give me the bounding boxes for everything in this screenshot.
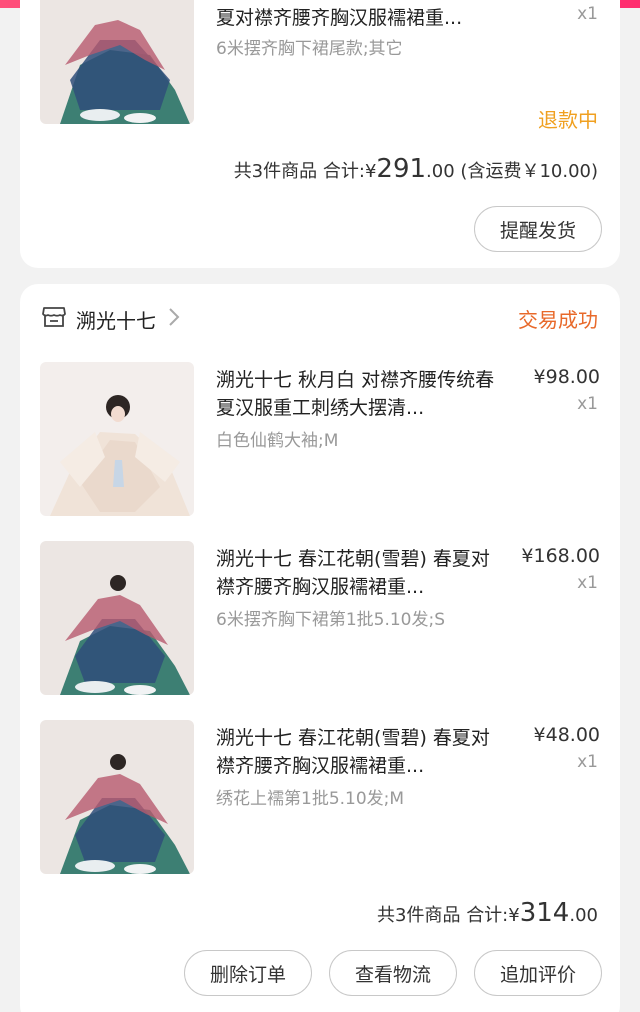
- store-icon: [42, 306, 66, 332]
- shop-name[interactable]: 溯光十七: [76, 305, 156, 334]
- product-qty: x1: [577, 4, 598, 24]
- total-amount-integer: 314: [519, 898, 570, 928]
- product-thumbnail[interactable]: [40, 362, 194, 516]
- item-count: 共3件商品: [377, 905, 461, 926]
- order-card-refunding: 夏对襟齐腰齐胸汉服襦裙重... 6米摆齐胸下裙尾款;其它 x1 退款中 共3件商…: [20, 0, 620, 268]
- currency-symbol: ¥: [508, 905, 520, 926]
- product-price: ¥48.00: [533, 724, 600, 746]
- total-label: 合计:: [322, 161, 365, 182]
- remind-shipping-button[interactable]: 提醒发货: [474, 206, 602, 252]
- product-spec: 6米摆齐胸下裙尾款;其它: [216, 39, 403, 59]
- product-thumbnail[interactable]: [40, 541, 194, 695]
- product-item[interactable]: 溯光十七 春江花朝(雪碧) 春夏对襟齐腰齐胸汉服襦裙重... 绣花上襦第1批5.…: [40, 720, 600, 874]
- currency-symbol: ¥: [364, 161, 377, 182]
- product-spec: 6米摆齐胸下裙第1批5.10发;S: [216, 610, 446, 630]
- view-logistics-button[interactable]: 查看物流: [329, 950, 457, 996]
- add-review-button[interactable]: 追加评价: [474, 950, 602, 996]
- product-title[interactable]: 溯光十七 秋月白 对襟齐腰传统春夏汉服重工刺绣大摆清...: [216, 366, 500, 422]
- product-item[interactable]: 溯光十七 春江花朝(雪碧) 春夏对襟齐腰齐胸汉服襦裙重... 6米摆齐胸下裙第1…: [40, 541, 600, 695]
- product-spec: 绣花上襦第1批5.10发;M: [216, 789, 405, 809]
- total-label: 合计:: [466, 905, 509, 926]
- total-amount-integer: 291: [376, 154, 427, 184]
- trade-status: 交易成功: [518, 308, 598, 332]
- item-count: 共3件商品: [233, 161, 318, 182]
- product-item[interactable]: 溯光十七 秋月白 对襟齐腰传统春夏汉服重工刺绣大摆清... 白色仙鹤大袖;M ¥…: [40, 362, 600, 516]
- order-summary: 共3件商品 合计:¥291.00 (含运费￥10.00): [234, 154, 598, 184]
- product-item[interactable]: 夏对襟齐腰齐胸汉服襦裙重... 6米摆齐胸下裙尾款;其它 x1: [40, 0, 600, 124]
- refund-status: 退款中: [538, 108, 598, 132]
- product-title[interactable]: 夏对襟齐腰齐胸汉服襦裙重...: [216, 4, 500, 32]
- product-price: ¥98.00: [533, 366, 600, 388]
- product-spec: 白色仙鹤大袖;M: [216, 431, 339, 451]
- shipping-note: (含运费￥10.00): [460, 161, 598, 182]
- total-amount-decimal: .00: [426, 161, 455, 182]
- product-title[interactable]: 溯光十七 春江花朝(雪碧) 春夏对襟齐腰齐胸汉服襦裙重...: [216, 545, 500, 601]
- product-price: ¥168.00: [521, 545, 600, 567]
- total-amount-decimal: .00: [569, 905, 598, 926]
- product-thumbnail[interactable]: [40, 0, 194, 124]
- product-title[interactable]: 溯光十七 春江花朝(雪碧) 春夏对襟齐腰齐胸汉服襦裙重...: [216, 724, 500, 780]
- product-qty: x1: [577, 394, 598, 414]
- product-qty: x1: [577, 752, 598, 772]
- product-thumbnail[interactable]: [40, 720, 194, 874]
- delete-order-button[interactable]: 删除订单: [184, 950, 312, 996]
- chevron-right-icon[interactable]: [168, 307, 180, 331]
- product-qty: x1: [577, 573, 598, 593]
- order-card-completed: 溯光十七 交易成功 溯光十七 秋月白 对襟齐腰传统春夏汉服重工刺绣大摆清... …: [20, 284, 620, 1012]
- order-summary: 共3件商品 合计:¥314.00: [377, 898, 598, 928]
- shop-header[interactable]: 溯光十七: [42, 304, 180, 334]
